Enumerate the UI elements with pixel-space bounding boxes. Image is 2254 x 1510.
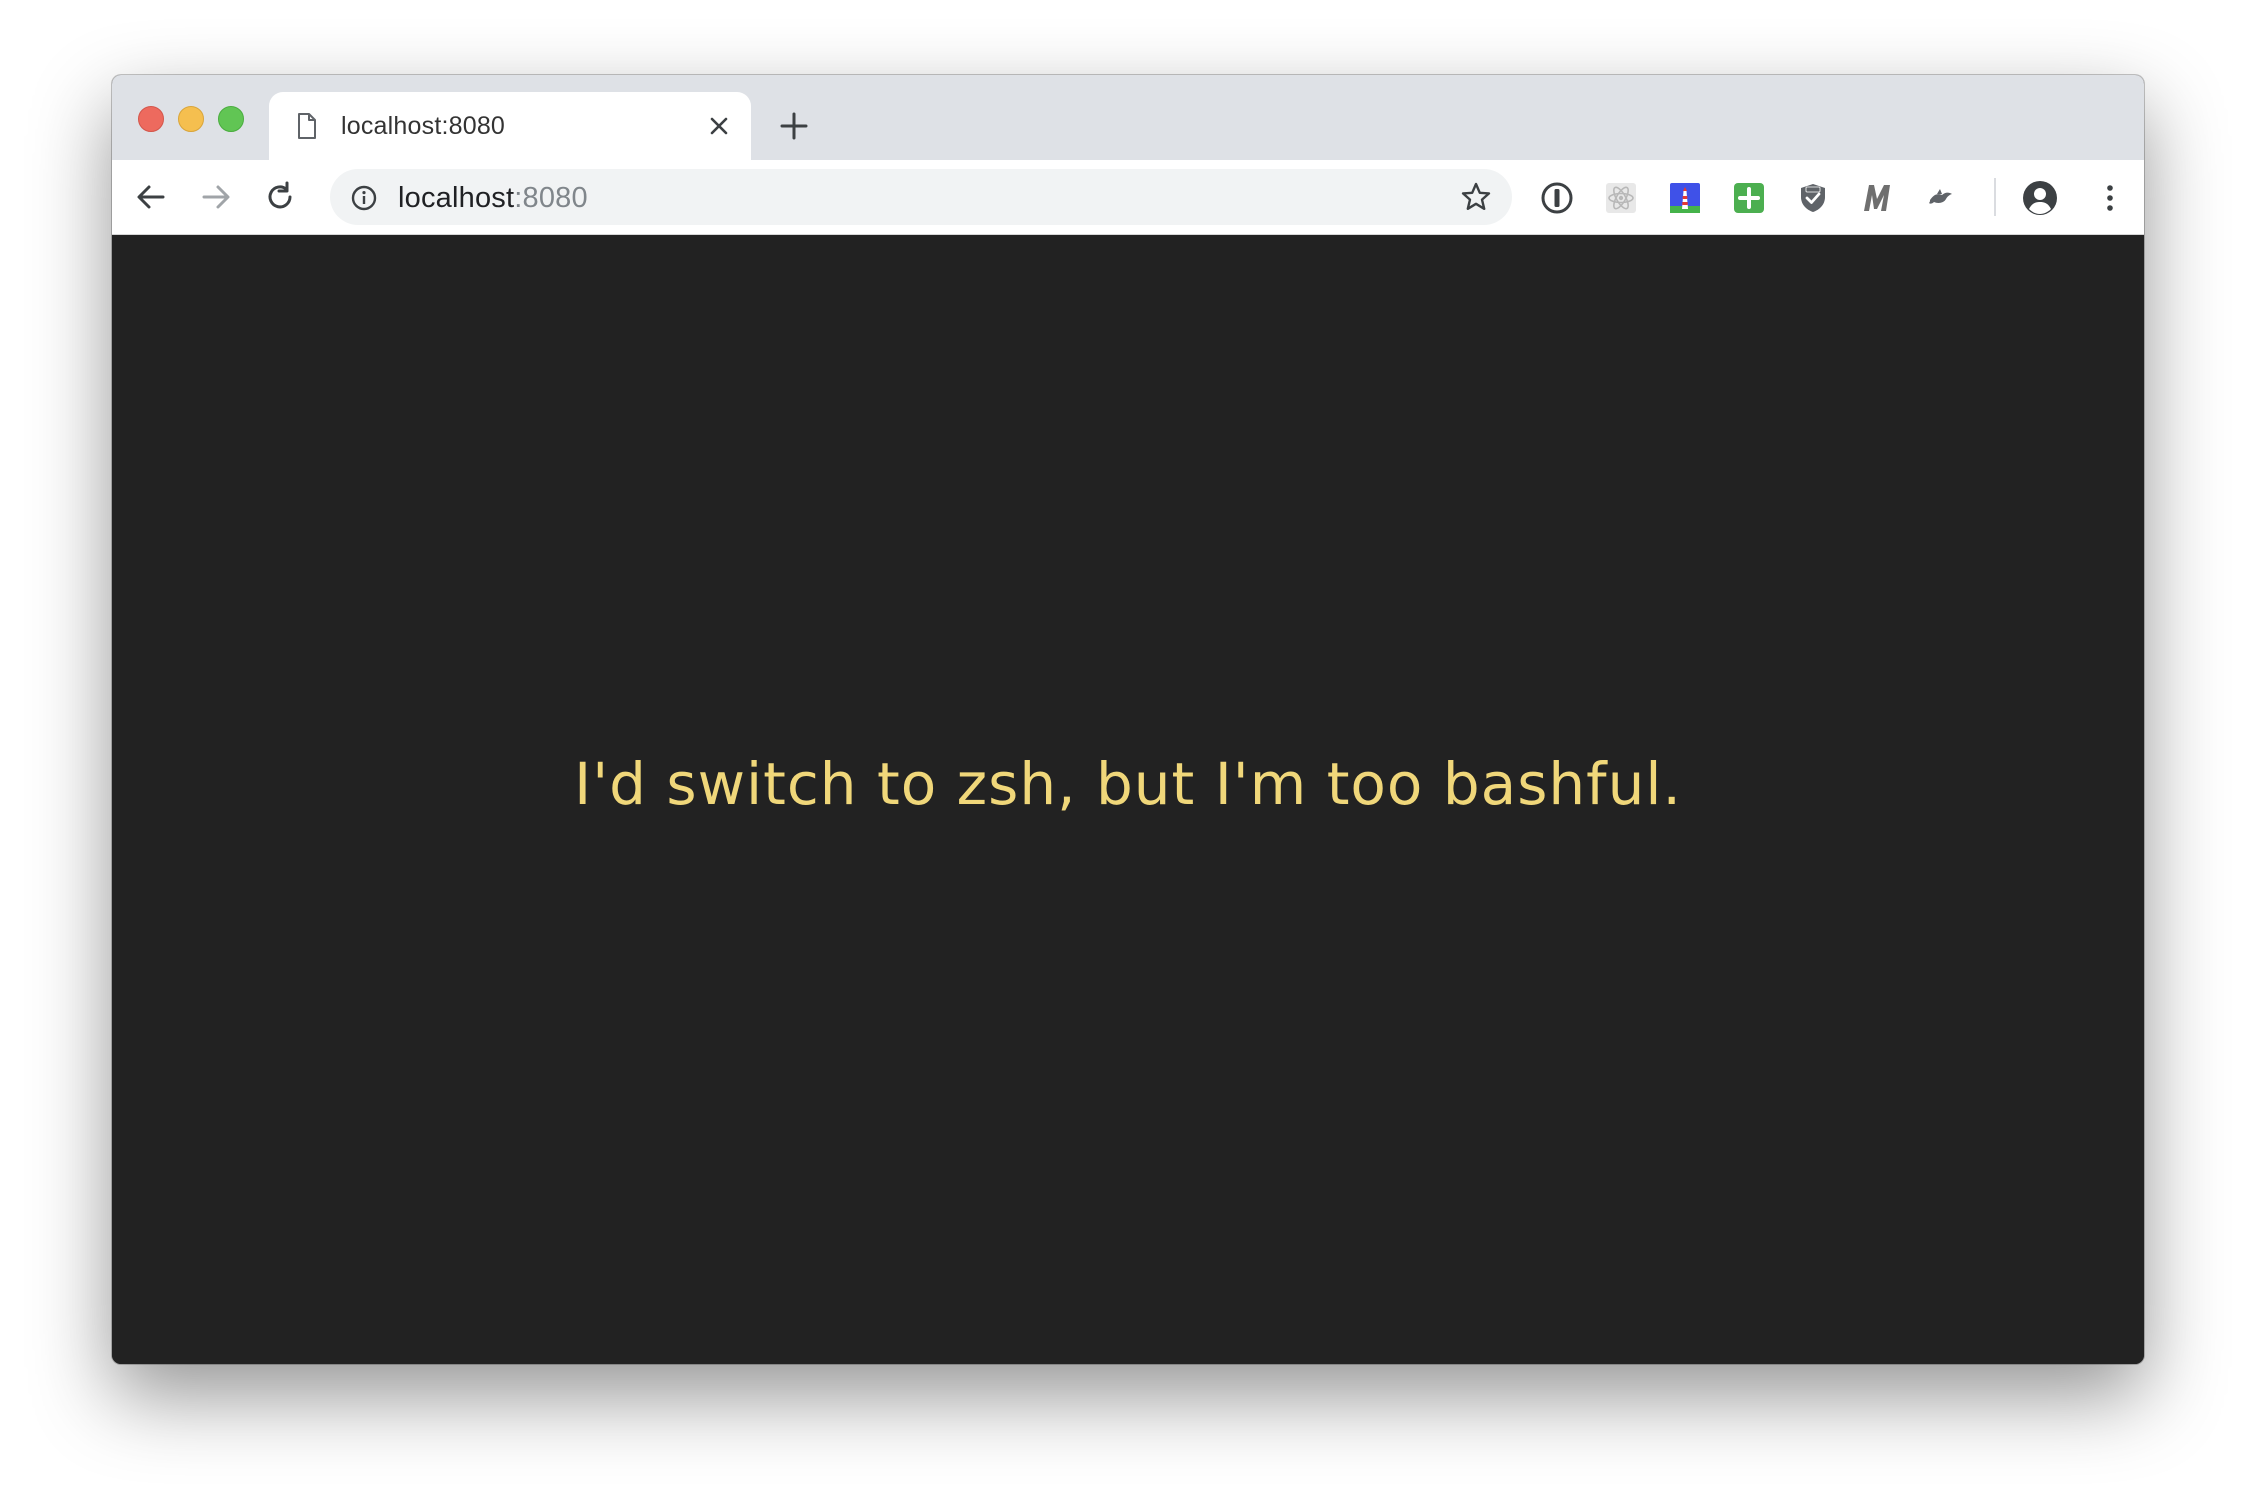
window-maximize-button[interactable] [218, 106, 244, 132]
csp-shield-icon[interactable] [1796, 181, 1830, 215]
react-devtools-icon[interactable] [1604, 181, 1638, 215]
tab-title: localhost:8080 [341, 112, 506, 140]
m-extension-icon[interactable] [1860, 181, 1894, 215]
window-minimize-button[interactable] [178, 106, 204, 132]
back-arrow-icon[interactable] [134, 180, 168, 214]
address-port: :8080 [514, 182, 588, 214]
joke-text: I'd switch to zsh, but I'm too bashful. [574, 750, 1682, 818]
toolbar-divider [1994, 178, 1996, 216]
tab-localhost[interactable]: localhost:8080 [269, 92, 751, 160]
address-text[interactable]: localhost:8080 [398, 182, 588, 215]
address-bar[interactable]: localhost:8080 [330, 169, 1512, 225]
window-close-button[interactable] [138, 106, 164, 132]
lighthouse-icon[interactable] [1668, 181, 1702, 215]
browser-window: localhost:8080 localhost:8080 I'd switch… [112, 75, 2144, 1364]
plus-icon[interactable] [778, 110, 810, 142]
browser-toolbar: localhost:8080 [112, 160, 2144, 235]
reload-icon[interactable] [263, 180, 297, 214]
page-content: I'd switch to zsh, but I'm too bashful. [112, 235, 2144, 1364]
address-host: localhost [398, 182, 515, 214]
info-icon[interactable] [350, 184, 378, 212]
green-plus-extension-icon[interactable] [1732, 181, 1766, 215]
profile-avatar-icon[interactable] [2021, 179, 2059, 217]
more-vertical-icon[interactable] [2093, 181, 2127, 215]
bird-extension-icon[interactable] [1924, 181, 1958, 215]
onepassword-icon[interactable] [1540, 181, 1574, 215]
page-icon [298, 113, 316, 139]
star-icon[interactable] [1460, 181, 1492, 213]
close-icon[interactable] [707, 114, 731, 138]
forward-arrow-icon[interactable] [199, 180, 233, 214]
tab-strip: localhost:8080 [112, 75, 2144, 160]
